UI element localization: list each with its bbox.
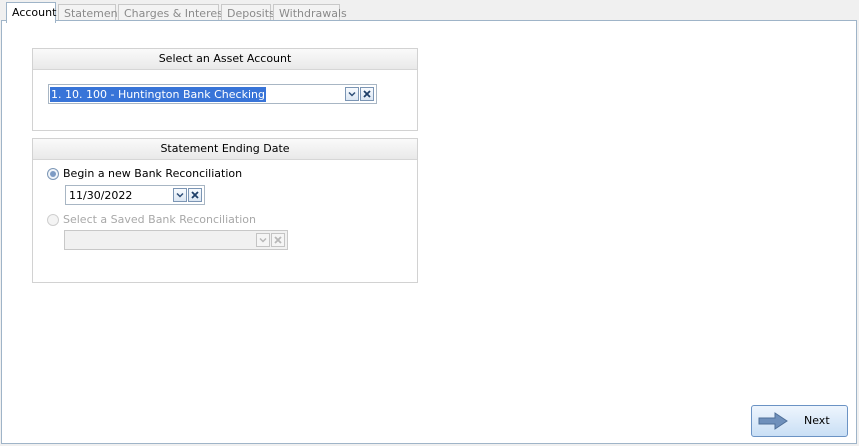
- tab-charges-interest[interactable]: Charges & Interest: [118, 4, 227, 21]
- clear-x-icon: [191, 191, 199, 199]
- asset-account-combo[interactable]: 1. 10. 100 - Huntington Bank Checking: [48, 84, 377, 104]
- saved-reconciliation-dropdown-button: [256, 233, 270, 247]
- tab-account[interactable]: Account: [6, 2, 56, 23]
- next-button-label: Next: [804, 414, 830, 427]
- next-button[interactable]: Next: [751, 405, 848, 437]
- statement-ending-date-group: Statement Ending Date: [32, 138, 418, 283]
- new-reconciliation-radio[interactable]: [47, 167, 59, 180]
- chevron-down-icon: [259, 237, 267, 243]
- saved-reconciliation-clear-button: [271, 233, 285, 247]
- saved-reconciliation-label: Select a Saved Bank Reconciliation: [63, 213, 256, 226]
- chevron-down-icon: [348, 91, 356, 97]
- asset-account-header: Select an Asset Account: [33, 49, 417, 70]
- saved-reconciliation-combo: [64, 230, 288, 250]
- asset-account-value: 1. 10. 100 - Huntington Bank Checking: [50, 87, 266, 102]
- new-reconciliation-option[interactable]: Begin a new Bank Reconciliation: [47, 167, 242, 180]
- asset-account-dropdown-button[interactable]: [345, 87, 359, 101]
- saved-reconciliation-option: Select a Saved Bank Reconciliation: [47, 213, 256, 226]
- new-reconciliation-label: Begin a new Bank Reconciliation: [63, 167, 243, 180]
- asset-account-clear-button[interactable]: [360, 87, 374, 101]
- ending-date-picker[interactable]: 11/30/2022: [65, 185, 205, 205]
- clear-x-icon: [274, 236, 282, 244]
- tab-deposits[interactable]: Deposits: [221, 4, 275, 21]
- saved-reconciliation-radio: [47, 213, 59, 226]
- arrow-right-icon: [758, 412, 788, 430]
- tab-statement[interactable]: Statement: [58, 4, 122, 21]
- tab-withdrawals[interactable]: Withdrawals: [273, 4, 347, 21]
- ending-date-clear-button[interactable]: [188, 188, 202, 202]
- clear-x-icon: [363, 90, 371, 98]
- statement-ending-date-header: Statement Ending Date: [33, 139, 417, 160]
- chevron-down-icon: [176, 192, 184, 198]
- ending-date-dropdown-button[interactable]: [173, 188, 187, 202]
- ending-date-value: 11/30/2022: [69, 189, 133, 202]
